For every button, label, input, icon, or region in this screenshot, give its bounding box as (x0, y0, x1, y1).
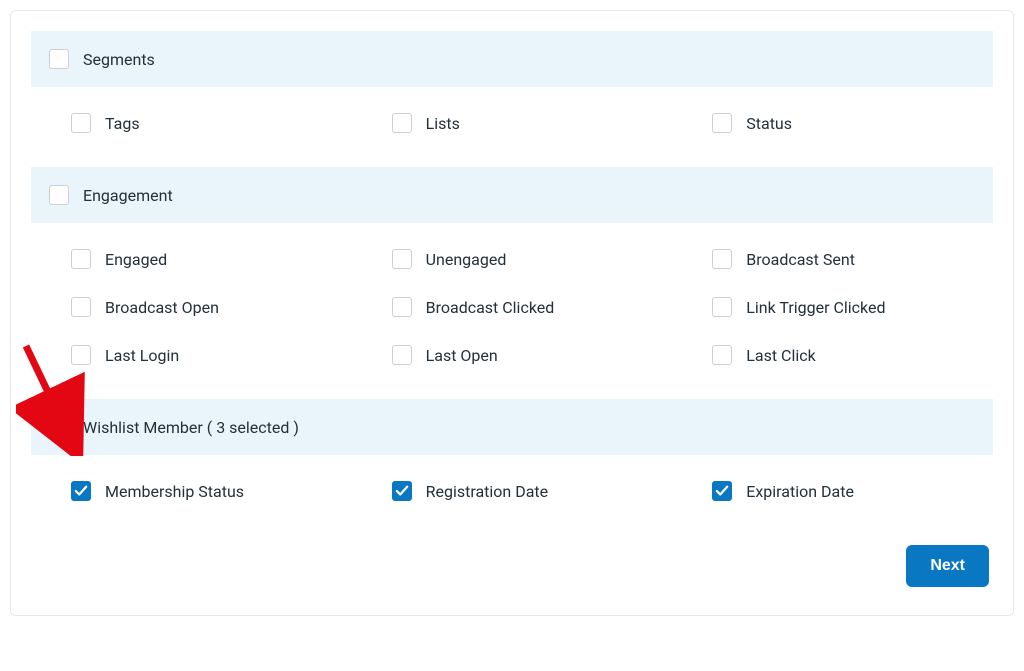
checkbox-broadcast-open[interactable] (71, 297, 91, 317)
checkbox-tags[interactable] (71, 113, 91, 133)
checkbox-expiration-date[interactable] (712, 481, 732, 501)
checkbox-engagement[interactable] (49, 185, 69, 205)
item-registration-date: Registration Date (352, 467, 673, 515)
check-icon (52, 420, 66, 434)
checkbox-membership-status[interactable] (71, 481, 91, 501)
label-unengaged: Unengaged (426, 250, 507, 269)
item-broadcast-sent: Broadcast Sent (672, 235, 993, 283)
checkbox-wishlist[interactable] (49, 417, 69, 437)
label-engaged: Engaged (105, 250, 167, 269)
checkbox-unengaged[interactable] (392, 249, 412, 269)
item-status: Status (672, 99, 993, 147)
item-lists: Lists (352, 99, 673, 147)
check-icon (74, 484, 88, 498)
check-icon (395, 484, 409, 498)
label-registration-date: Registration Date (426, 482, 549, 501)
sub-items-wishlist: Membership Status Registration Date Expi… (31, 455, 993, 515)
selection-card: Segments Tags Lists Status Engagement En… (10, 10, 1014, 616)
label-broadcast-sent: Broadcast Sent (746, 250, 855, 269)
label-tags: Tags (105, 114, 140, 133)
section-label-engagement: Engagement (83, 186, 173, 205)
checkbox-last-click[interactable] (712, 345, 732, 365)
label-last-open: Last Open (426, 346, 498, 365)
checkbox-status[interactable] (712, 113, 732, 133)
item-last-login: Last Login (31, 331, 352, 379)
checkbox-lists[interactable] (392, 113, 412, 133)
label-status: Status (746, 114, 792, 133)
label-lists: Lists (426, 114, 460, 133)
check-icon (715, 484, 729, 498)
item-membership-status: Membership Status (31, 467, 352, 515)
label-membership-status: Membership Status (105, 482, 244, 501)
sub-items-segments: Tags Lists Status (31, 87, 993, 147)
item-expiration-date: Expiration Date (672, 467, 993, 515)
section-header-segments: Segments (31, 31, 993, 87)
item-broadcast-open: Broadcast Open (31, 283, 352, 331)
item-unengaged: Unengaged (352, 235, 673, 283)
next-button[interactable]: Next (906, 545, 989, 587)
checkbox-segments[interactable] (49, 49, 69, 69)
actions-row: Next (31, 545, 993, 587)
section-label-segments: Segments (83, 50, 155, 69)
checkbox-registration-date[interactable] (392, 481, 412, 501)
item-last-open: Last Open (352, 331, 673, 379)
item-link-trigger-clicked: Link Trigger Clicked (672, 283, 993, 331)
sub-items-engagement: Engaged Unengaged Broadcast Sent Broadca… (31, 223, 993, 379)
checkbox-broadcast-clicked[interactable] (392, 297, 412, 317)
item-broadcast-clicked: Broadcast Clicked (352, 283, 673, 331)
section-header-wishlist: Wishlist Member ( 3 selected ) (31, 399, 993, 455)
checkbox-engaged[interactable] (71, 249, 91, 269)
checkbox-broadcast-sent[interactable] (712, 249, 732, 269)
item-engaged: Engaged (31, 235, 352, 283)
label-last-login: Last Login (105, 346, 179, 365)
label-last-click: Last Click (746, 346, 815, 365)
section-header-engagement: Engagement (31, 167, 993, 223)
label-link-trigger-clicked: Link Trigger Clicked (746, 298, 885, 317)
label-broadcast-open: Broadcast Open (105, 298, 219, 317)
label-broadcast-clicked: Broadcast Clicked (426, 298, 555, 317)
item-last-click: Last Click (672, 331, 993, 379)
checkbox-last-login[interactable] (71, 345, 91, 365)
section-label-wishlist: Wishlist Member ( 3 selected ) (83, 418, 299, 437)
checkbox-link-trigger-clicked[interactable] (712, 297, 732, 317)
item-tags: Tags (31, 99, 352, 147)
label-expiration-date: Expiration Date (746, 482, 854, 501)
checkbox-last-open[interactable] (392, 345, 412, 365)
